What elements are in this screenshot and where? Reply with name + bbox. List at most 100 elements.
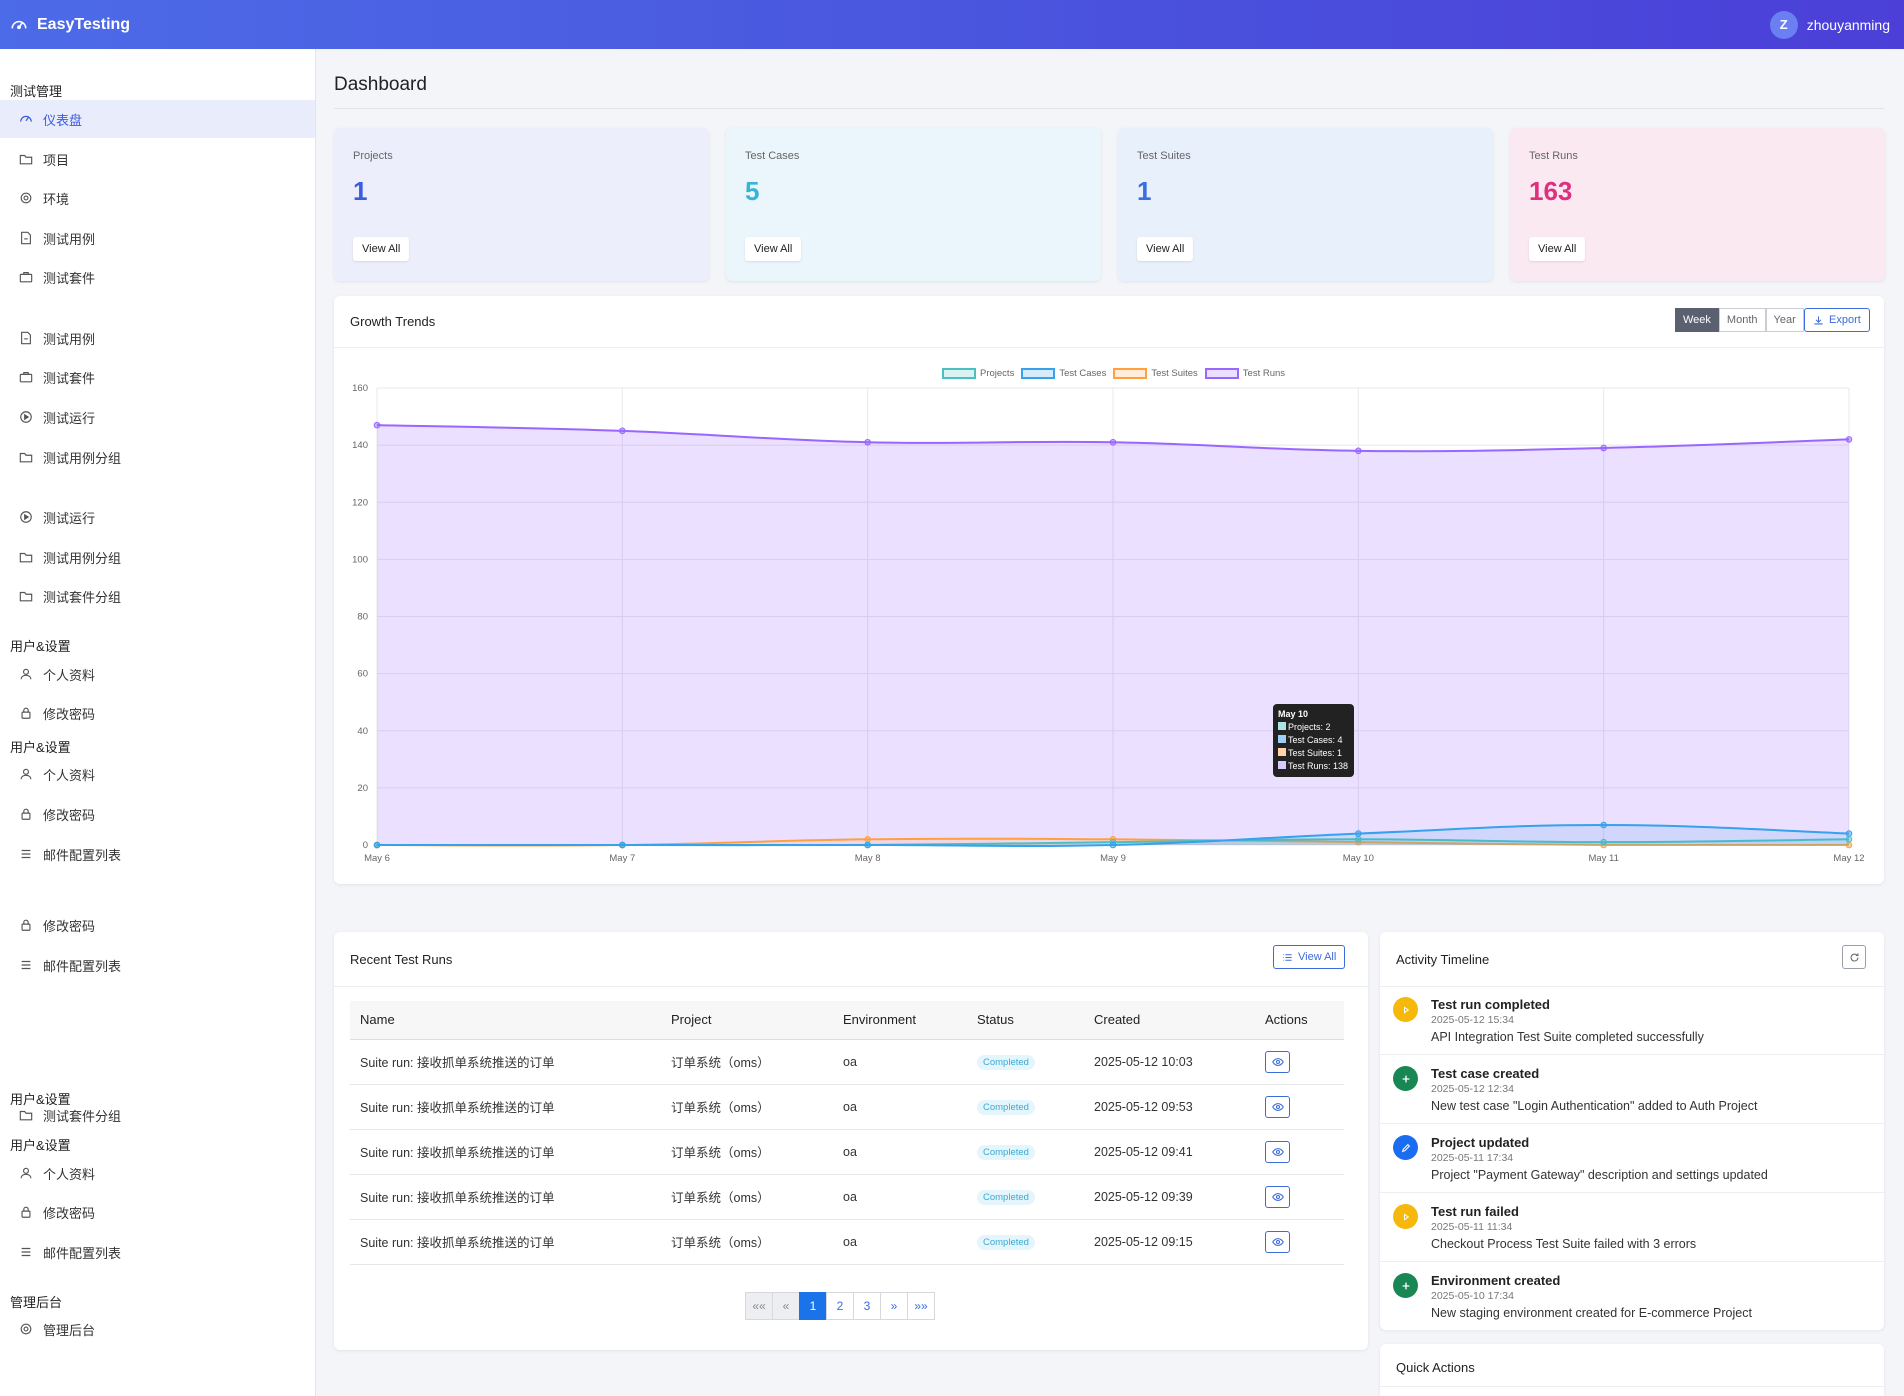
folder-icon (19, 152, 33, 166)
sidebar-item-runs[interactable]: 测试运行 (0, 498, 315, 536)
card-title: Recent Test Runs (350, 952, 453, 967)
timeline-text: New staging environment created for E-co… (1431, 1306, 1752, 1320)
sidebar-item-label: 测试套件 (43, 370, 96, 386)
play-icon (1393, 1204, 1418, 1229)
view-all-button[interactable]: View All (745, 237, 802, 261)
sidebar-item-admin[interactable]: 管理后台 (0, 1310, 315, 1348)
view-all-button[interactable]: View All (1137, 237, 1194, 261)
run-actions-cell (1255, 1174, 1344, 1220)
column-header[interactable]: Status (967, 1001, 1084, 1040)
sidebar-item-profile[interactable]: 个人资料 (0, 1154, 315, 1192)
sidebar-item-suite-groups[interactable]: 测试套件分组 (0, 577, 315, 615)
timeline-text: Checkout Process Test Suite failed with … (1431, 1237, 1697, 1251)
file-icon (19, 231, 33, 245)
sidebar-item-label: 修改密码 (43, 706, 96, 722)
run-actions-cell (1255, 1039, 1344, 1085)
timeline-text: API Integration Test Suite completed suc… (1431, 1030, 1704, 1044)
timeline-date: 2025-05-11 11:34 (1431, 1221, 1513, 1233)
table-row: Suite run: 接收抓单系统推送的订单 订单系统（oms） oa Complet… (350, 1129, 1344, 1175)
sidebar-item-label: 测试运行 (43, 410, 96, 426)
y-tick-label: 120 (352, 497, 368, 508)
play-circle-icon (19, 410, 33, 424)
series-area (377, 425, 1849, 845)
sidebar-item-label: 测试用例 (43, 231, 96, 247)
sidebar-item-env[interactable]: 环境 (0, 179, 315, 217)
data-point (619, 427, 626, 435)
view-run-button[interactable] (1265, 1050, 1290, 1073)
stat-label: Test Cases (745, 150, 800, 162)
view-all-button[interactable]: View All (1529, 237, 1586, 261)
pencil-icon (1393, 1135, 1418, 1160)
column-header[interactable]: Environment (833, 1001, 967, 1040)
view-run-button[interactable] (1265, 1185, 1290, 1208)
page-2-button[interactable]: 2 (826, 1292, 854, 1320)
sidebar-section-heading: 用户&设置 (10, 639, 71, 654)
view-all-button[interactable]: View All (353, 237, 410, 261)
page-first-button[interactable]: «« (745, 1292, 773, 1320)
sidebar-item-cases[interactable]: 测试用例 (0, 219, 315, 257)
sidebar-item-profile[interactable]: 个人资料 (0, 655, 315, 693)
view-run-button[interactable] (1265, 1140, 1290, 1163)
page-3-button[interactable]: 3 (853, 1292, 881, 1320)
sidebar-item-mail[interactable]: 邮件配置列表 (0, 835, 315, 873)
sidebar-item-label: 测试运行 (43, 510, 96, 526)
sidebar-item-case-groups[interactable]: 测试用例分组 (0, 438, 315, 476)
sidebar-item-password[interactable]: 修改密码 (0, 1193, 315, 1231)
stat-value: 163 (1529, 176, 1573, 206)
view-run-button[interactable] (1265, 1230, 1290, 1253)
sidebar-item-case-groups[interactable]: 测试用例分组 (0, 538, 315, 576)
page-prev-button[interactable]: « (772, 1292, 800, 1320)
page-last-button[interactable]: »» (907, 1292, 935, 1320)
column-header[interactable]: Name (350, 1001, 661, 1040)
sidebar-item-label: 个人资料 (43, 667, 96, 683)
user-menu[interactable]: Z zhouyanming (1769, 0, 1890, 49)
y-tick-label: 20 (357, 783, 368, 794)
folder-icon (19, 450, 33, 464)
sidebar-item-runs[interactable]: 测试运行 (0, 398, 315, 436)
activity-timeline-card: Activity Timeline Test run completed 2025… (1380, 932, 1884, 1331)
briefcase-icon (19, 370, 33, 384)
recent-view-all-button[interactable]: View All (1273, 945, 1346, 969)
timeline-item: Test run completed 2025-05-12 15:34 API In… (1380, 987, 1884, 1055)
sidebar-item-password[interactable]: 修改密码 (0, 694, 315, 732)
sidebar-item-password[interactable]: 修改密码 (0, 906, 315, 944)
view-run-button[interactable] (1265, 1095, 1290, 1118)
y-tick-label: 160 (352, 383, 368, 394)
timeline-item: Test case created 2025-05-12 12:34 New tes… (1380, 1056, 1884, 1124)
run-actions-cell (1255, 1219, 1344, 1265)
sidebar-item-mail[interactable]: 邮件配置列表 (0, 1233, 315, 1271)
sidebar-item-password[interactable]: 修改密码 (0, 795, 315, 833)
recent-test-runs-card: Recent Test Runs View All Name Project E… (334, 932, 1368, 1350)
sidebar-item-dashboard[interactable]: 仪表盘 (0, 100, 315, 138)
eye-icon (1271, 1237, 1284, 1246)
sidebar-item-label: 修改密码 (43, 1205, 96, 1221)
lock-icon (19, 918, 33, 932)
sidebar-item-label: 项目 (43, 152, 70, 168)
sidebar-item-mail[interactable]: 邮件配置列表 (0, 946, 315, 984)
y-tick-label: 60 (357, 669, 368, 680)
sidebar-item-suites[interactable]: 测试套件 (0, 258, 315, 296)
data-point (1845, 436, 1853, 443)
run-status-cell: Completed (967, 1129, 1084, 1175)
sidebar-item-suites[interactable]: 测试套件 (0, 358, 315, 396)
sidebar-item-cases[interactable]: 测试用例 (0, 319, 315, 357)
card-header-divider (1380, 1386, 1884, 1387)
column-header[interactable]: Created (1084, 1001, 1255, 1040)
page-next-button[interactable]: » (880, 1292, 908, 1320)
growth-trends-card: Growth Trends Week Month Year Export Pro… (334, 296, 1884, 884)
sidebar-item-profile[interactable]: 个人资料 (0, 755, 315, 793)
refresh-button[interactable] (1842, 945, 1866, 969)
list-icon (19, 958, 33, 972)
status-badge: Completed (977, 1144, 1035, 1160)
brand-link[interactable]: EasyTesting (10, 0, 130, 49)
sidebar-item-label: 仪表盘 (43, 112, 83, 128)
x-tick-label: May 10 (1343, 853, 1374, 864)
sidebar-item-projects[interactable]: 项目 (0, 140, 315, 178)
folder-icon (19, 550, 33, 564)
page-1-button[interactable]: 1 (799, 1292, 827, 1320)
column-header[interactable]: Project (661, 1001, 833, 1040)
run-status-cell: Completed (967, 1174, 1084, 1220)
tooltip-line: Test Runs: 138 (1278, 760, 1349, 773)
run-name: Suite run: 接收抓单系统推送的订单 (350, 1039, 661, 1085)
data-point (864, 841, 871, 849)
